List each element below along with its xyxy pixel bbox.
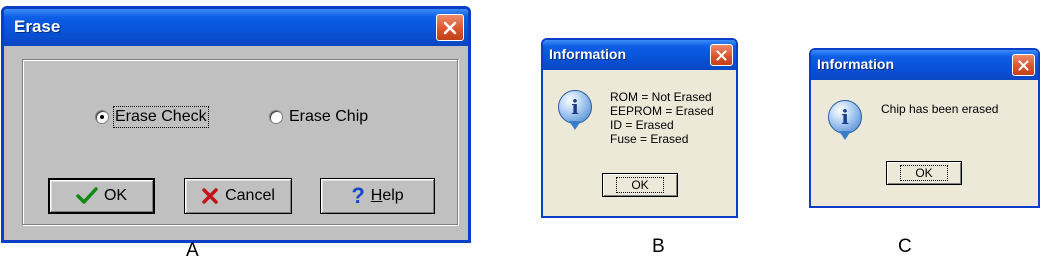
- cancel-button[interactable]: Cancel: [184, 178, 292, 214]
- erase-check-label: Erase Check: [113, 106, 209, 128]
- message-line: EEPROM = Erased: [610, 104, 714, 118]
- info-b-ok-button[interactable]: OK: [602, 173, 678, 197]
- ok-label: OK: [616, 177, 664, 193]
- cancel-label: Cancel: [225, 187, 275, 204]
- erase-option-panel: Erase Check Erase Chip OK Cancel ? Help: [22, 59, 458, 225]
- help-label-rest: elp: [382, 187, 404, 204]
- info-b-close-button[interactable]: [710, 44, 733, 66]
- radio-selected-icon: [95, 110, 109, 124]
- ok-button[interactable]: OK: [48, 178, 155, 214]
- info-b-message: ROM = Not Erased EEPROM = Erased ID = Eras…: [610, 90, 714, 146]
- erase-check-radio[interactable]: Erase Check: [95, 106, 209, 128]
- radio-unselected-icon: [269, 110, 283, 124]
- x-icon: [202, 188, 218, 204]
- ok-label: OK: [900, 165, 948, 181]
- help-mnemonic: H: [370, 187, 383, 204]
- help-button[interactable]: ? Help: [320, 178, 435, 214]
- erase-close-button[interactable]: [436, 14, 464, 41]
- message-line: ROM = Not Erased: [610, 90, 712, 104]
- message-line: ID = Erased: [610, 118, 674, 132]
- info-b-titlebar[interactable]: Information: [543, 40, 736, 70]
- close-icon: [716, 49, 727, 61]
- message-line: Fuse = Erased: [610, 132, 689, 146]
- info-c-ok-button[interactable]: OK: [886, 161, 962, 185]
- erase-dialog: Erase Erase Check Erase Chip OK Cancel ?…: [1, 6, 471, 243]
- caption-b: B: [652, 236, 665, 257]
- info-c-titlebar[interactable]: Information: [811, 50, 1038, 80]
- erase-title: Erase: [14, 17, 61, 36]
- ok-label: OK: [103, 187, 128, 204]
- info-dialog-b: Information i ROM = Not Erased EEPROM = E…: [541, 38, 738, 218]
- info-icon: i: [828, 100, 862, 140]
- caption-c: C: [898, 236, 912, 257]
- info-dialog-c: Information i Chip has been erased OK: [809, 48, 1040, 208]
- close-icon: [443, 21, 457, 34]
- erase-chip-radio[interactable]: Erase Chip: [269, 108, 368, 126]
- info-c-close-button[interactable]: [1012, 54, 1035, 76]
- erase-chip-label: Erase Chip: [289, 108, 369, 125]
- erase-titlebar[interactable]: Erase: [4, 9, 468, 46]
- close-icon: [1018, 59, 1029, 71]
- caption-a: A: [186, 240, 199, 261]
- info-c-message: Chip has been erased: [881, 102, 999, 116]
- info-c-title: Information: [817, 56, 894, 72]
- question-icon: ?: [351, 183, 365, 208]
- checkmark-icon: [76, 187, 98, 204]
- info-b-title: Information: [549, 46, 626, 62]
- info-icon: i: [558, 90, 592, 130]
- help-label: Help: [371, 187, 404, 205]
